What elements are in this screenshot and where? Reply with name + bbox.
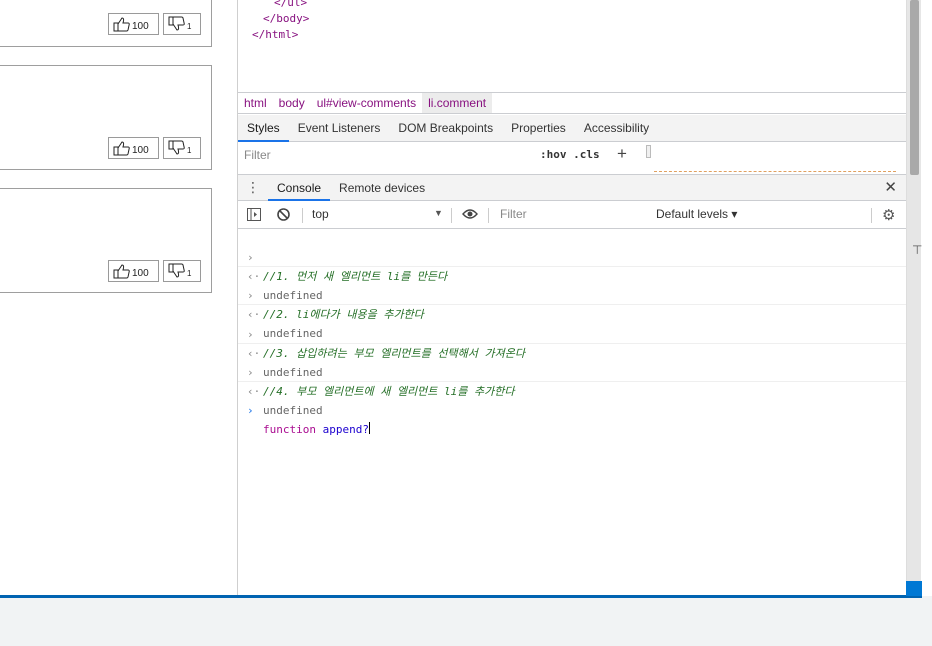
tab-event-listeners[interactable]: Event Listeners (289, 115, 390, 142)
tab-properties[interactable]: Properties (502, 115, 575, 142)
console-input-line: › //4. 부모 엘리먼트에 새 엘리먼트 li를 추가한다 (238, 344, 907, 398)
console-output-line: ‹· undefined (238, 248, 907, 302)
mini-scrollbar[interactable] (646, 145, 651, 158)
screen: 100 1 100 1 100 1 </ul> </body> </html> … (0, 0, 932, 646)
sidebar-toggle-icon[interactable] (247, 208, 261, 224)
console-output-line: ‹· undefined (238, 286, 907, 340)
breadcrumb-html[interactable]: html (238, 93, 273, 113)
console-output-line: ‹· undefined (238, 325, 907, 379)
gear-icon[interactable]: ⚙ (882, 206, 895, 224)
chevron-down-icon[interactable]: ▼ (434, 208, 443, 218)
text-cursor (368, 422, 370, 434)
comment-card: 100 1 (0, 0, 212, 47)
thumbs-down-icon (168, 263, 185, 278)
styles-tabbar: Styles Event Listeners DOM Breakpoints P… (238, 115, 907, 142)
thumbs-up-icon (113, 17, 130, 32)
tab-styles[interactable]: Styles (238, 115, 289, 142)
thumbs-down-icon (168, 140, 185, 155)
resize-handle-icon[interactable]: ⊤ (912, 243, 922, 257)
console-input-line: › //2. li에다가 내용을 추가한다 (238, 267, 907, 321)
dislike-count: 1 (187, 146, 192, 155)
divider (302, 208, 303, 223)
like-button[interactable]: 100 (108, 13, 159, 35)
like-count: 100 (132, 145, 149, 156)
prompt-arrow-icon: › (247, 404, 254, 417)
dislike-button[interactable]: 1 (163, 137, 201, 159)
eye-icon[interactable] (462, 208, 478, 223)
divider (871, 208, 872, 223)
clear-console-icon[interactable] (277, 208, 290, 224)
comment-card: 100 1 (0, 188, 212, 293)
like-button[interactable]: 100 (108, 260, 159, 282)
dislike-button[interactable]: 1 (163, 260, 201, 282)
tab-dom-breakpoints[interactable]: DOM Breakpoints (389, 115, 502, 142)
console-input-line: › //3. 삽입하려는 부모 엘리먼트를 선택해서 가져온다 (238, 306, 907, 360)
bottom-area (0, 598, 932, 646)
comment-card: 100 1 (0, 65, 212, 170)
drawer-tabbar: ⋮ Console Remote devices ✕ (238, 174, 907, 201)
divider (488, 208, 489, 223)
thumbs-up-icon (113, 264, 130, 279)
prompt-keyword: function (263, 423, 316, 436)
breadcrumb: html body ul#view-comments li.comment (238, 92, 907, 114)
scrollbar-thumb[interactable] (910, 0, 919, 175)
tab-console[interactable]: Console (268, 175, 331, 201)
styles-filter-bar: Filter :hov .cls + (238, 142, 907, 172)
styles-filter-input[interactable]: Filter (244, 148, 271, 162)
divider (451, 208, 452, 223)
thumbs-down-icon (168, 16, 185, 31)
console-output: › //1. 먼저 새 엘리먼트 li를 만든다 ‹· undefined › … (238, 229, 907, 596)
dom-node[interactable]: </body> (263, 12, 309, 25)
dom-node[interactable]: </html> (252, 28, 298, 41)
devtools-panel: </ul> </body> </html> html body ul#view-… (237, 0, 907, 596)
breadcrumb-body[interactable]: body (273, 93, 311, 113)
hov-cls-toggle[interactable]: :hov .cls (540, 148, 600, 161)
breadcrumb-li[interactable]: li.comment (422, 93, 493, 113)
breadcrumb-ul[interactable]: ul#view-comments (311, 93, 422, 113)
elements-tree: </ul> </body> </html> (238, 0, 907, 92)
dom-node[interactable]: </ul> (274, 0, 307, 9)
prompt-text: append? (322, 423, 369, 436)
console-prompt[interactable]: › function append? (238, 382, 907, 436)
console-output-line: ‹· undefined (238, 363, 907, 417)
kebab-menu-icon[interactable]: ⋮ (238, 179, 268, 196)
web-page: 100 1 100 1 100 1 (0, 0, 237, 596)
tab-remote-devices[interactable]: Remote devices (330, 175, 434, 201)
tab-accessibility[interactable]: Accessibility (575, 115, 658, 142)
dislike-button[interactable]: 1 (163, 13, 201, 35)
close-icon[interactable]: ✕ (884, 178, 897, 196)
new-style-rule-icon[interactable]: + (617, 144, 627, 164)
like-count: 100 (132, 268, 149, 279)
thumbs-up-icon (113, 141, 130, 156)
dislike-count: 1 (187, 22, 192, 31)
console-filter-input[interactable]: Filter (500, 207, 527, 221)
log-levels-dropdown[interactable]: Default levels ▾ (656, 207, 737, 221)
context-selector[interactable]: top (312, 207, 329, 221)
console-input-line: › //1. 먼저 새 엘리먼트 li를 만든다 (238, 229, 907, 283)
dislike-count: 1 (187, 269, 192, 278)
styles-pane (654, 144, 896, 172)
like-count: 100 (132, 21, 149, 32)
like-button[interactable]: 100 (108, 137, 159, 159)
console-toolbar: top ▼ Filter Default levels ▾ ⚙ (238, 201, 907, 229)
taskbar-corner (906, 581, 922, 596)
